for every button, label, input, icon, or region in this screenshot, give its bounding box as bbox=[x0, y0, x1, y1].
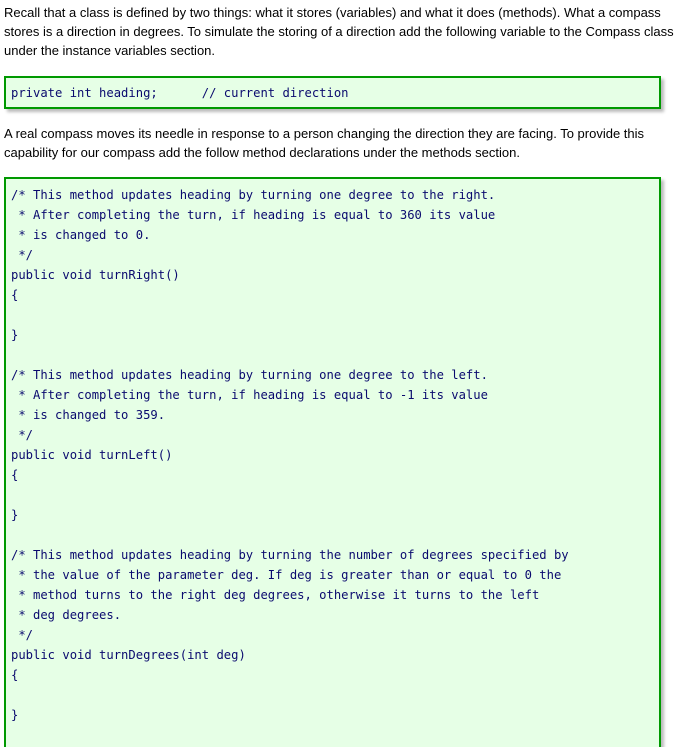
methods-code-block: /* This method updates heading by turnin… bbox=[4, 177, 661, 747]
methods-code: /* This method updates heading by turnin… bbox=[11, 188, 569, 722]
intro-paragraph: Recall that a class is defined by two th… bbox=[4, 5, 674, 58]
methods-paragraph: A real compass moves its needle in respo… bbox=[4, 126, 645, 160]
variable-code: private int heading; // current directio… bbox=[11, 86, 349, 100]
variable-code-block: private int heading; // current directio… bbox=[4, 76, 661, 109]
